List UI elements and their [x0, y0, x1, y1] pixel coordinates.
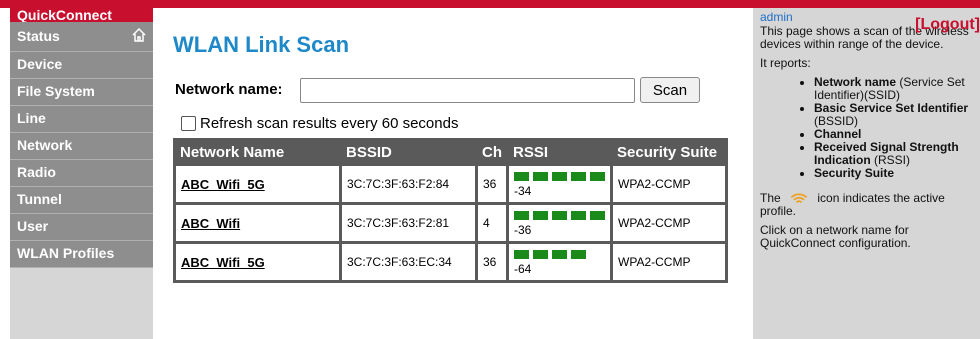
sidebar-item-label: Tunnel	[17, 191, 62, 207]
rssi-cell: -34	[509, 166, 610, 202]
sidebar-item-device[interactable]: Device	[10, 52, 153, 79]
column-header-bssid: BSSID	[342, 141, 475, 163]
column-header-network-name: Network Name	[176, 141, 339, 163]
signal-bar	[590, 211, 605, 220]
channel-cell: 4	[478, 205, 506, 241]
list-item-term: Network name	[814, 75, 897, 89]
signal-bar	[533, 172, 548, 181]
signal-bars	[514, 250, 605, 259]
sidebar-item-label: WLAN Profiles	[17, 245, 115, 261]
sidebar-item-status[interactable]: Status	[10, 22, 153, 52]
signal-bar	[533, 211, 548, 220]
refresh-option: Refresh scan results every 60 seconds	[181, 115, 458, 132]
scan-button[interactable]: Scan	[640, 77, 700, 103]
security-cell: WPA2-CCMP	[613, 205, 725, 241]
sidebar-item-radio[interactable]: Radio	[10, 160, 153, 187]
help-icon-note: The icon indicates the active profile.	[760, 192, 976, 218]
list-item: Basic Service Set Identifier (BSSID)	[814, 102, 976, 128]
signal-bar	[552, 172, 567, 181]
signal-bar	[552, 211, 567, 220]
network-name-cell: ABC_Wifi_5G	[176, 166, 339, 202]
list-item-term: Channel	[814, 127, 862, 141]
column-header-ch: Ch	[478, 141, 506, 163]
help-icon-note-prefix: The	[760, 191, 781, 205]
signal-bar	[571, 250, 586, 259]
sidebar-item-label: User	[17, 218, 49, 234]
signal-bar	[533, 250, 548, 259]
sidebar-item-wlan-profiles[interactable]: WLAN Profiles	[10, 241, 153, 268]
help-reports-label: It reports:	[760, 56, 811, 70]
main-content: WLAN Link Scan Network name: Scan Refres…	[153, 8, 753, 339]
sidebar-item-network[interactable]: Network	[10, 133, 153, 160]
rssi-value: -64	[514, 262, 532, 276]
rssi-cell: -36	[509, 205, 610, 241]
network-name-cell: ABC_Wifi_5G	[176, 244, 339, 280]
table-header-row: Network Name BSSID Ch RSSI Security Suit…	[176, 141, 725, 163]
network-name-input[interactable]	[300, 78, 635, 103]
signal-bar	[590, 172, 605, 181]
table-row: ABC_Wifi_5G 3C:7C:3F:63:F2:84 36 -34 WPA…	[176, 166, 725, 202]
sidebar-item-label: Line	[17, 110, 46, 126]
sidebar-item-quickconnect[interactable]: QuickConnect	[10, 8, 153, 22]
list-item-term: Basic Service Set Identifier	[814, 101, 969, 115]
security-cell: WPA2-CCMP	[613, 244, 725, 280]
home-icon[interactable]	[131, 27, 147, 43]
sidebar-item-label: Radio	[17, 164, 56, 180]
signal-bar	[552, 250, 567, 259]
column-header-rssi: RSSI	[509, 141, 610, 163]
list-item-term: Security Suite	[814, 166, 895, 180]
security-cell: WPA2-CCMP	[613, 166, 725, 202]
list-item-detail: (BSSID)	[814, 114, 859, 128]
signal-bar	[514, 211, 529, 220]
sidebar-item-line[interactable]: Line	[10, 106, 153, 133]
rssi-cell: -64	[509, 244, 610, 280]
signal-bars	[514, 211, 605, 220]
rssi-value: -36	[514, 223, 532, 237]
list-item: Received Signal Strength Indication (RSS…	[814, 141, 976, 167]
refresh-checkbox[interactable]	[181, 116, 196, 131]
channel-cell: 36	[478, 244, 506, 280]
refresh-label: Refresh scan results every 60 seconds	[200, 115, 459, 132]
signal-bar	[571, 172, 586, 181]
sidebar-item-label: QuickConnect	[17, 7, 112, 23]
sidebar-item-label: File System	[17, 83, 95, 99]
list-item: Security Suite	[814, 167, 976, 180]
top-accent-bar	[0, 0, 980, 8]
rssi-value: -34	[514, 184, 532, 198]
help-panel: admin [Logout] This page shows a scan of…	[753, 8, 980, 339]
bssid-cell: 3C:7C:3F:63:F2:81	[342, 205, 475, 241]
signal-bar	[514, 250, 529, 259]
network-name-cell: ABC_Wifi	[176, 205, 339, 241]
sidebar-item-label: Device	[17, 56, 63, 72]
network-name-label: Network name:	[175, 81, 283, 98]
bssid-cell: 3C:7C:3F:63:F2:84	[342, 166, 475, 202]
bssid-cell: 3C:7C:3F:63:EC:34	[342, 244, 475, 280]
signal-bars	[514, 172, 605, 181]
sidebar-nav: QuickConnect Status Device File System L…	[10, 8, 153, 339]
table-row: ABC_Wifi_5G 3C:7C:3F:63:EC:34 36 -64 WPA…	[176, 244, 725, 280]
sidebar-item-label: Status	[17, 28, 60, 44]
help-click-note: Click on a network name for QuickConnect…	[760, 223, 911, 250]
scan-results-table: Network Name BSSID Ch RSSI Security Suit…	[173, 138, 728, 283]
channel-cell: 36	[478, 166, 506, 202]
list-item: Network name (Service Set Identifier)(SS…	[814, 76, 976, 102]
sidebar-item-label: Network	[17, 137, 73, 153]
page-title: WLAN Link Scan	[173, 32, 350, 57]
column-header-security-suite: Security Suite	[613, 141, 725, 163]
list-item-detail: (RSSI)	[870, 153, 911, 167]
help-report-list: Network name (Service Set Identifier)(SS…	[814, 76, 976, 180]
network-link[interactable]: ABC_Wifi_5G	[181, 177, 265, 192]
network-link[interactable]: ABC_Wifi_5G	[181, 255, 265, 270]
sidebar-item-user[interactable]: User	[10, 214, 153, 241]
logout-link[interactable]: [Logout]	[915, 17, 980, 33]
signal-bar	[571, 211, 586, 220]
sidebar-item-file-system[interactable]: File System	[10, 79, 153, 106]
network-link[interactable]: ABC_Wifi	[181, 216, 240, 231]
table-row: ABC_Wifi 3C:7C:3F:63:F2:81 4 -36 WPA2-CC…	[176, 205, 725, 241]
signal-bar	[514, 172, 529, 181]
sidebar-item-tunnel[interactable]: Tunnel	[10, 187, 153, 214]
